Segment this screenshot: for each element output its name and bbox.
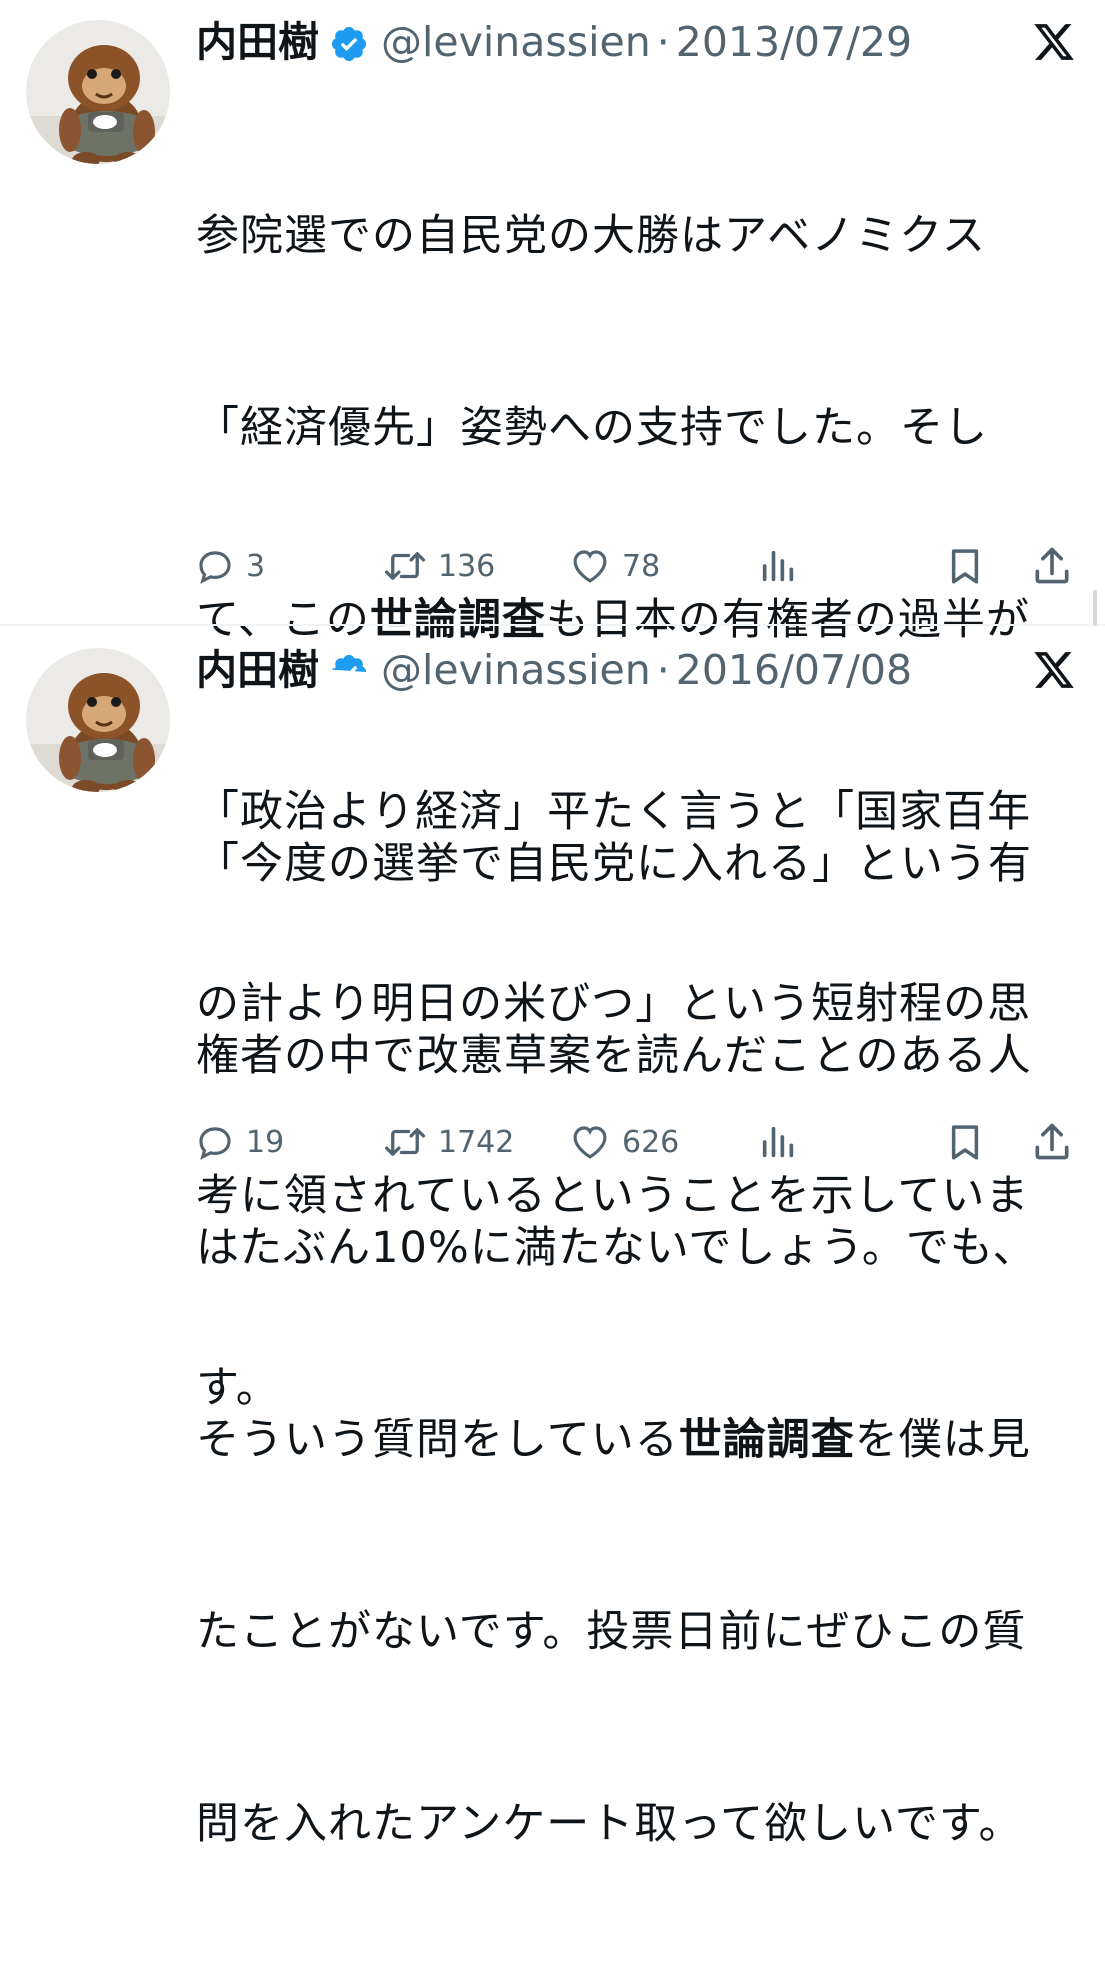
author-name[interactable]: 内田樹 xyxy=(196,14,319,70)
share-icon xyxy=(1035,547,1069,584)
text-line: 権者の中で改憲草案を読んだことのある人 xyxy=(196,1031,1032,1081)
bookmark-button[interactable] xyxy=(944,1114,986,1170)
tweet-header: 内田樹 @levinassien · 2016/07/08 xyxy=(196,642,912,698)
tweet-date[interactable]: 2013/07/29 xyxy=(676,14,912,70)
like-icon xyxy=(573,550,607,583)
reply-button[interactable]: 3 xyxy=(194,538,265,594)
reply-count: 3 xyxy=(246,548,266,584)
bookmark-button[interactable] xyxy=(944,538,986,594)
share-icon xyxy=(1035,1123,1069,1160)
views-icon xyxy=(762,1126,794,1158)
verified-badge-icon[interactable] xyxy=(329,22,369,62)
reply-icon xyxy=(199,551,231,584)
share-button[interactable] xyxy=(1030,1114,1074,1170)
author-handle[interactable]: @levinassien xyxy=(381,642,651,698)
repost-count: 136 xyxy=(438,548,496,584)
text-line: 問を入れたアンケート取って欲しいです。 xyxy=(196,1799,1023,1849)
text-line: はたぶん10%に満たないでしょう。でも、 xyxy=(196,1223,1037,1273)
avatar[interactable] xyxy=(26,648,170,792)
tweet-text: 「今度の選挙で自民党に入れる」という有 権者の中で改憲草案を読んだことのある人 … xyxy=(196,704,1076,1984)
x-logo-icon xyxy=(1032,648,1076,692)
repost-button[interactable]: 136 xyxy=(382,538,495,594)
text-line: 「経済優先」姿勢への支持でした。そし xyxy=(196,403,988,453)
reply-button[interactable]: 19 xyxy=(194,1114,284,1170)
tweet[interactable]: 内田樹 @levinassien · 2016/07/08 「今度の選挙で自民党… xyxy=(0,628,1105,1849)
repost-icon xyxy=(384,1128,426,1156)
like-count: 78 xyxy=(622,548,661,584)
tweet-header: 内田樹 @levinassien · 2013/07/29 xyxy=(196,14,912,70)
like-button[interactable]: 78 xyxy=(568,538,660,594)
author-handle[interactable]: @levinassien xyxy=(381,14,651,70)
reply-icon xyxy=(199,1127,231,1160)
like-button[interactable]: 626 xyxy=(568,1114,679,1170)
bookmark-icon xyxy=(951,1125,979,1160)
tweet-divider xyxy=(0,624,1105,626)
repost-icon xyxy=(384,552,426,580)
separator-dot: · xyxy=(656,646,670,694)
views-button[interactable] xyxy=(758,1114,798,1170)
repost-count: 1742 xyxy=(438,1124,515,1160)
separator-dot: · xyxy=(656,18,670,66)
text-line: たことがないです。投票日前にぜひこの質 xyxy=(196,1607,1027,1657)
reply-count: 19 xyxy=(246,1124,285,1160)
repost-button[interactable]: 1742 xyxy=(382,1114,514,1170)
like-count: 626 xyxy=(622,1124,680,1160)
like-icon xyxy=(573,1126,607,1159)
author-name[interactable]: 内田樹 xyxy=(196,642,319,698)
action-bar: 3 136 78 xyxy=(0,538,1105,594)
bookmark-icon xyxy=(951,549,979,584)
avatar[interactable] xyxy=(26,20,170,164)
share-button[interactable] xyxy=(1030,538,1074,594)
action-bar: 19 1742 626 xyxy=(0,1114,1105,1170)
text-line: 参院選での自民党の大勝はアベノミクス xyxy=(196,211,986,261)
tweet[interactable]: 内田樹 @levinassien · 2013/07/29 参院選での自民党の大… xyxy=(0,0,1105,1413)
highlighted-term: 世論調査 xyxy=(678,1415,855,1465)
views-icon xyxy=(762,550,794,582)
x-logo-icon xyxy=(1032,20,1076,64)
text-line: そういう質問をしている世論調査を僕は見 xyxy=(196,1415,1031,1465)
text-line: 「今度の選挙で自民党に入れる」という有 xyxy=(196,839,1032,889)
views-button[interactable] xyxy=(758,538,798,594)
tweet-date[interactable]: 2016/07/08 xyxy=(676,642,912,698)
verified-badge-icon[interactable] xyxy=(329,650,369,690)
scrollbar-thumb[interactable] xyxy=(1093,590,1097,626)
